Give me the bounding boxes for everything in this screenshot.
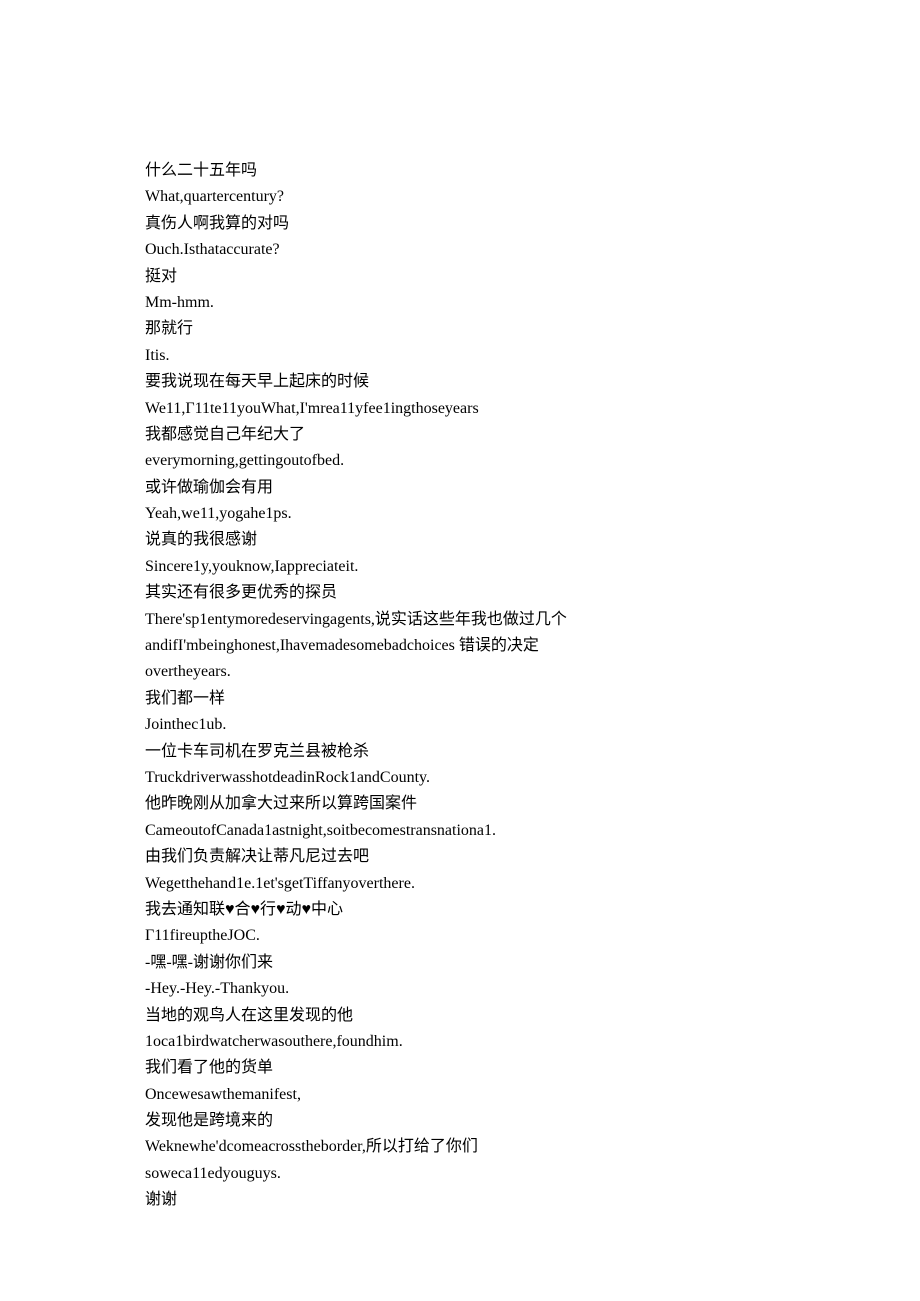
transcript-line: Oncewesawthemanifest, [145,1082,775,1108]
transcript-line: Itis. [145,343,775,369]
transcript-line: 或许做瑜伽会有用 [145,475,775,501]
transcript-line: soweca11edyouguys. [145,1161,775,1187]
transcript-line: TruckdriverwasshotdeadinRock1andCounty. [145,765,775,791]
transcript-line: There'sp1entymoredeservingagents,说实话这些年我… [145,607,775,633]
transcript-line: 我们看了他的货单 [145,1055,775,1081]
transcript-line: Г11fireuptheJOC. [145,923,775,949]
transcript-line: We11,Г11te11youWhat,I'mrea11yfee1ingthos… [145,396,775,422]
transcript-line: Weknewhe'dcomeacrosstheborder,所以打给了你们 [145,1134,775,1160]
transcript-body: 什么二十五年吗What,quartercentury?真伤人啊我算的对吗Ouch… [145,158,775,1214]
transcript-line: 谢谢 [145,1187,775,1213]
transcript-line: 他昨晚刚从加拿大过来所以算跨国案件 [145,791,775,817]
transcript-line: -Hey.-Hey.-Thankyou. [145,976,775,1002]
transcript-line: 发现他是跨境来的 [145,1108,775,1134]
transcript-line: Wegetthehand1e.1et'sgetTiffanyoverthere. [145,871,775,897]
transcript-line: 我都感觉自己年纪大了 [145,422,775,448]
transcript-line: Ouch.Isthataccurate? [145,237,775,263]
transcript-line: overtheyears. [145,659,775,685]
transcript-line: 由我们负责解决让蒂凡尼过去吧 [145,844,775,870]
page: 什么二十五年吗What,quartercentury?真伤人啊我算的对吗Ouch… [0,0,920,1301]
transcript-line: 1oca1birdwatcherwasouthere,foundhim. [145,1029,775,1055]
transcript-line: 那就行 [145,316,775,342]
transcript-line: 其实还有很多更优秀的探员 [145,580,775,606]
transcript-line: 真伤人啊我算的对吗 [145,211,775,237]
transcript-line: everymorning,gettingoutofbed. [145,448,775,474]
transcript-line: 要我说现在每天早上起床的时候 [145,369,775,395]
transcript-line: 什么二十五年吗 [145,158,775,184]
transcript-line: 我去通知联♥合♥行♥动♥中心 [145,897,775,923]
transcript-line: CameoutofCanada1astnight,soitbecomestran… [145,818,775,844]
transcript-line: 挺对 [145,264,775,290]
transcript-line: 当地的观鸟人在这里发现的他 [145,1003,775,1029]
transcript-line: 我们都一样 [145,686,775,712]
transcript-line: 一位卡车司机在罗克兰县被枪杀 [145,739,775,765]
transcript-line: Sincere1y,youknow,Iappreciateit. [145,554,775,580]
transcript-line: Yeah,we11,yogahe1ps. [145,501,775,527]
transcript-line: 说真的我很感谢 [145,527,775,553]
transcript-line: Mm-hmm. [145,290,775,316]
transcript-line: -嘿-嘿-谢谢你们来 [145,950,775,976]
transcript-line: andifI'mbeinghonest,Ihavemadesomebadchoi… [145,633,775,659]
transcript-line: Jointhec1ub. [145,712,775,738]
transcript-line: What,quartercentury? [145,184,775,210]
